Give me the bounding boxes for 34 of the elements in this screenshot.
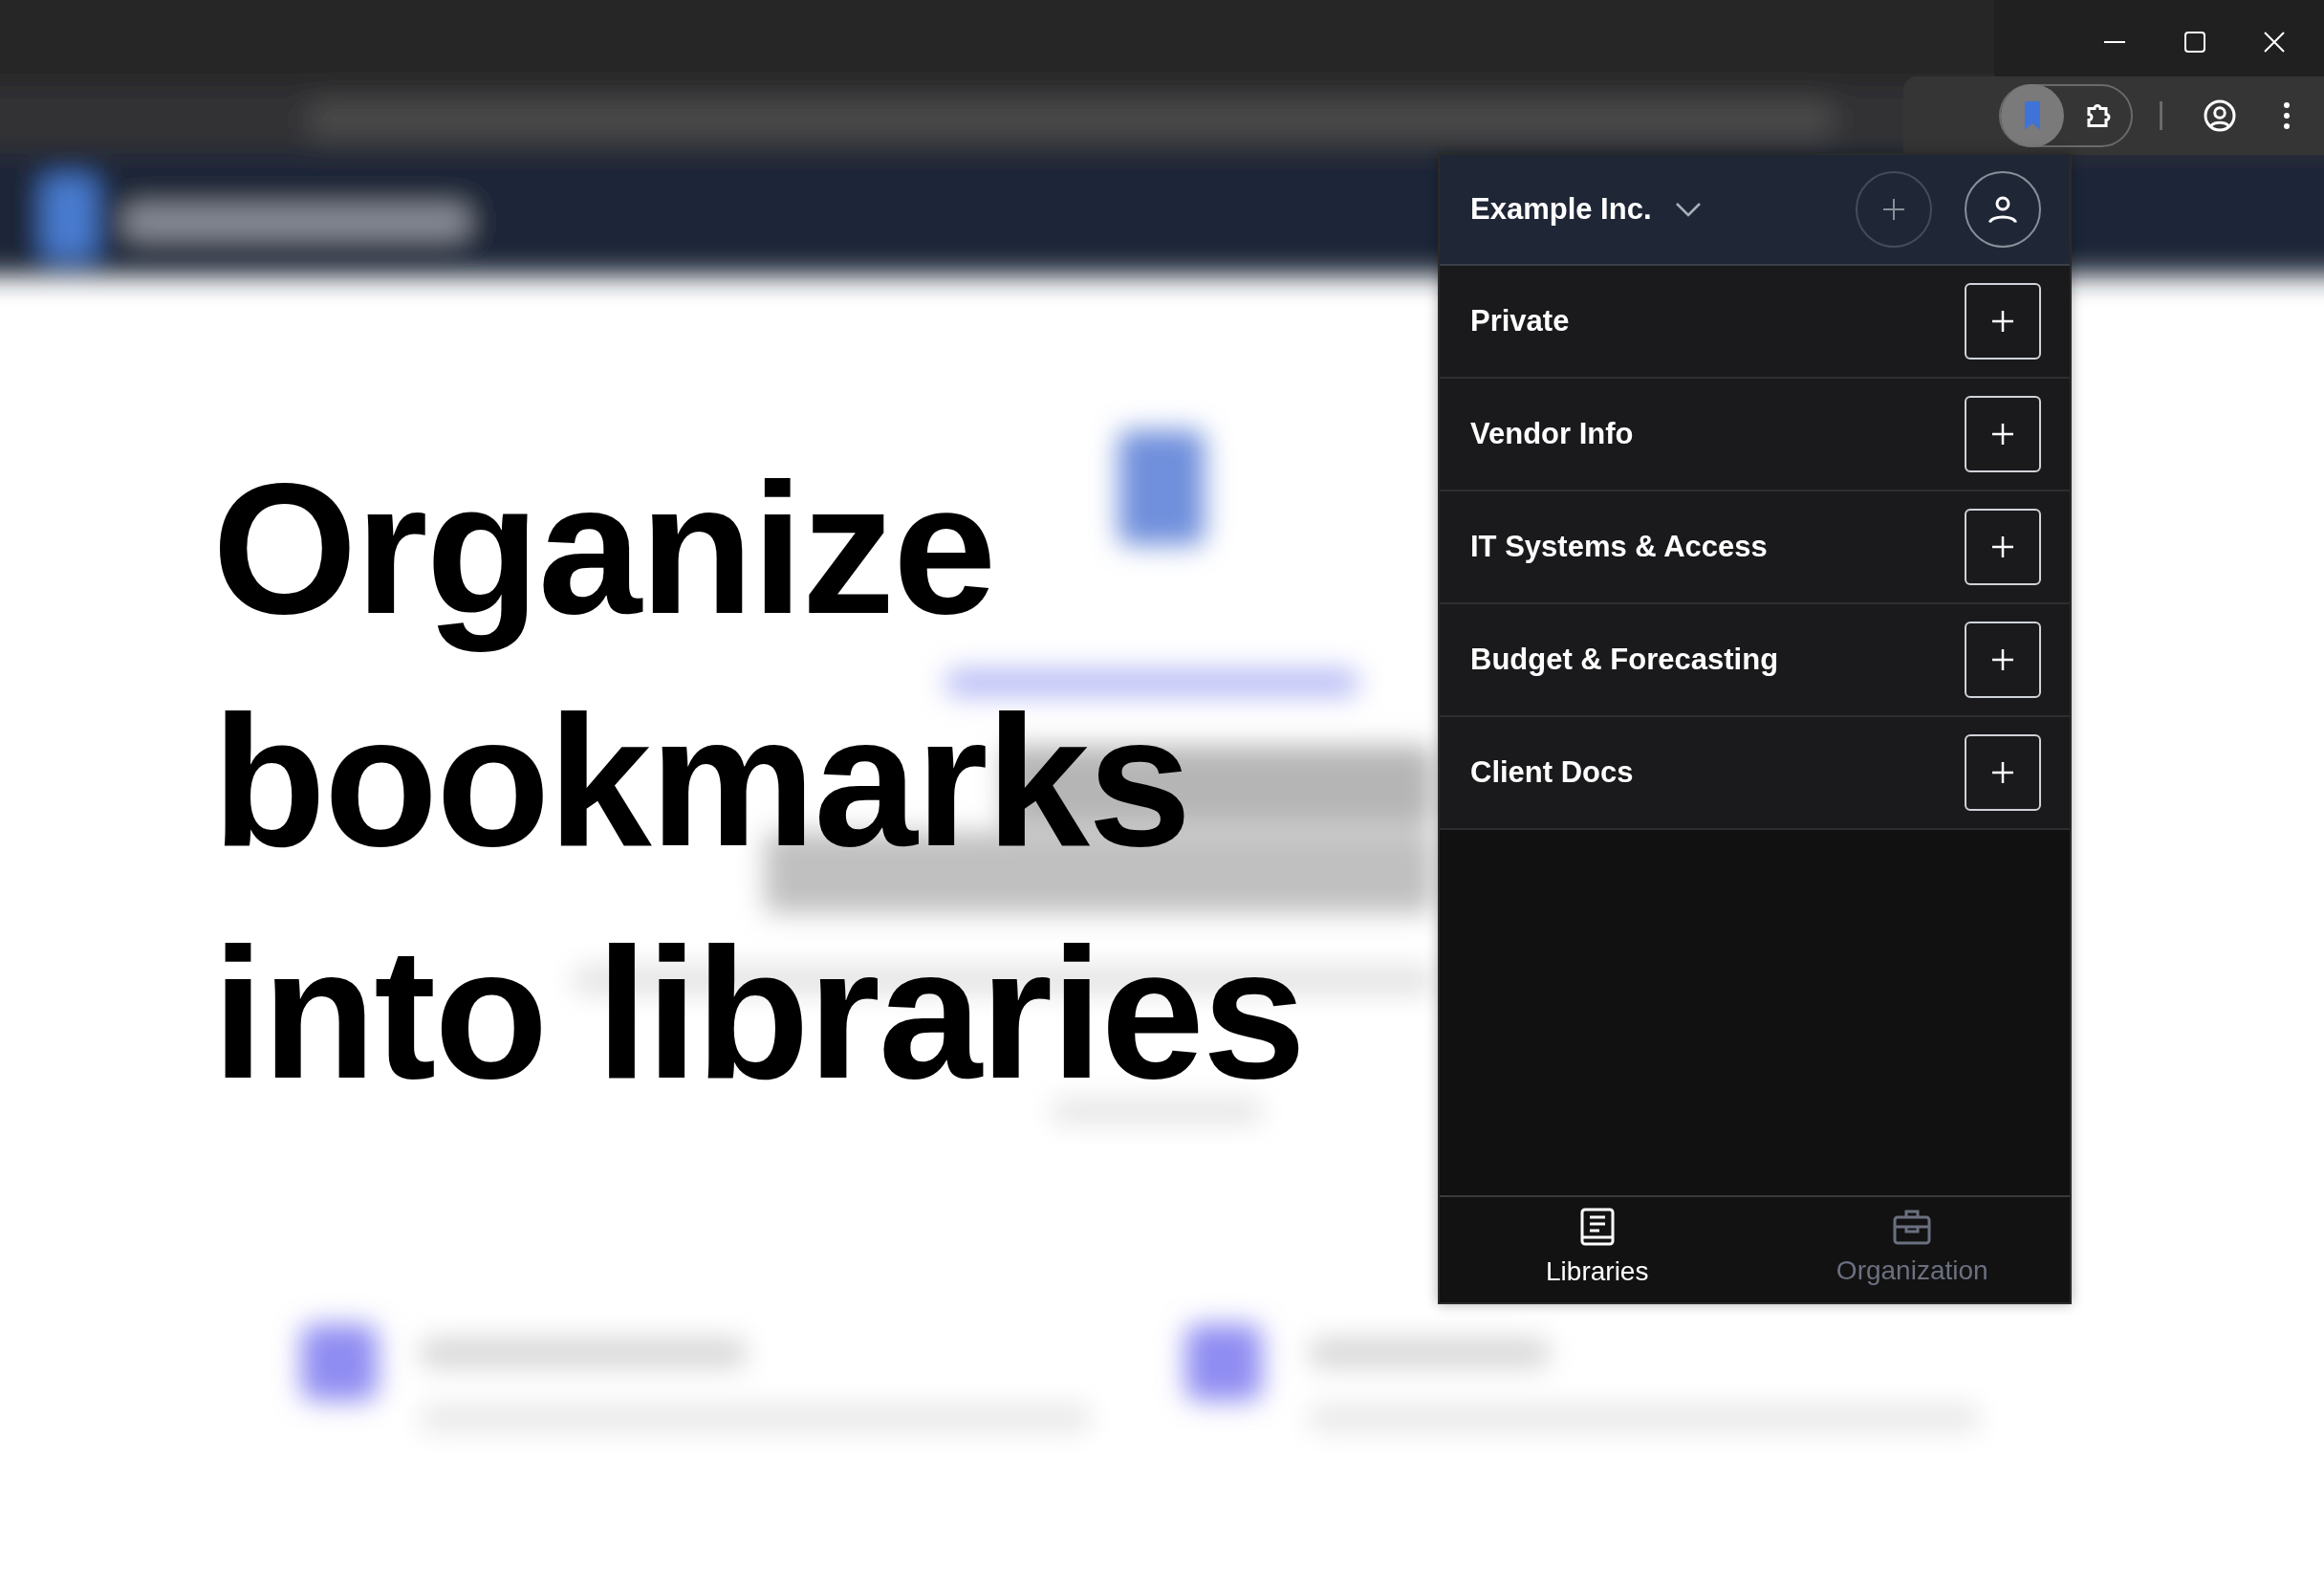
library-name: IT Systems & Access — [1470, 528, 1769, 565]
book-icon — [1578, 1208, 1616, 1246]
nav-tab[interactable]: Libraries — [1440, 1197, 1755, 1302]
add-bookmark-button[interactable] — [1965, 396, 2041, 472]
library-name: Client Docs — [1470, 753, 1635, 791]
account-button[interactable] — [1965, 171, 2041, 248]
library-row[interactable]: Vendor Info — [1440, 379, 2070, 491]
library-row[interactable]: Budget & Forecasting — [1440, 604, 2070, 717]
briefcase-icon — [1893, 1209, 1932, 1245]
plus-icon — [1882, 198, 1905, 221]
library-name: Private — [1470, 302, 1571, 339]
plus-icon — [1991, 761, 2014, 784]
library-row[interactable]: IT Systems & Access — [1440, 491, 2070, 604]
plus-icon — [1991, 423, 2014, 446]
profile-icon[interactable] — [2203, 98, 2237, 133]
bookmark-icon[interactable] — [2001, 84, 2064, 147]
plus-icon — [1991, 648, 2014, 671]
plus-icon — [1991, 535, 2014, 558]
library-row[interactable]: Client Docs — [1440, 717, 2070, 830]
library-name: Vendor Info — [1470, 415, 1635, 452]
add-bookmark-button[interactable] — [1965, 734, 2041, 811]
library-name: Budget & Forecasting — [1470, 641, 1780, 678]
maximize-icon[interactable] — [2184, 32, 2205, 53]
add-bookmark-button[interactable] — [1965, 283, 2041, 360]
plus-icon — [1991, 310, 2014, 333]
add-bookmark-button[interactable] — [1965, 622, 2041, 698]
headline: Organize bookmarks into libraries — [212, 443, 1306, 1119]
more-icon[interactable] — [2283, 101, 2291, 130]
organization-selector[interactable]: Example Inc. — [1470, 186, 1702, 232]
nav-tab[interactable]: Organization — [1754, 1197, 2070, 1302]
close-icon[interactable] — [2263, 31, 2286, 54]
library-row[interactable]: Private — [1440, 266, 2070, 379]
add-bookmark-button[interactable] — [1965, 509, 2041, 585]
chevron-down-icon — [1674, 202, 1702, 217]
